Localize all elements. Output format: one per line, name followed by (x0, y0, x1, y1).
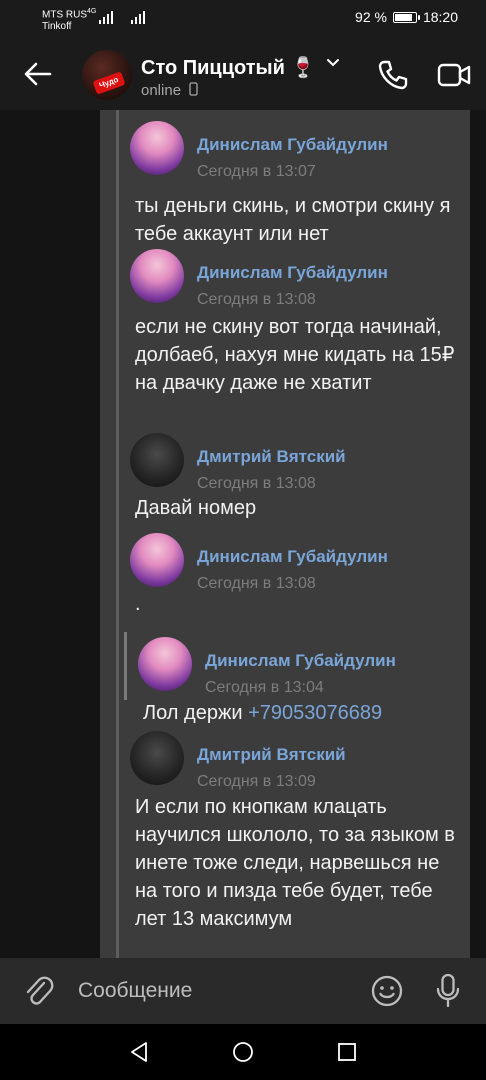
message-text: если не скину вот тогда начинай, долбаеб… (135, 316, 455, 394)
chat-avatar[interactable]: Чудо (82, 50, 132, 100)
message-list[interactable]: Динислам Губайдулин Сегодня в 13:07 ты д… (0, 110, 486, 958)
message-time: Сегодня в 13:08 (197, 475, 316, 492)
message-text: Давай номер (135, 497, 257, 519)
battery-percent: 92 % (355, 9, 387, 25)
message-author[interactable]: Динислам Губайдулин (197, 135, 388, 155)
avatar[interactable] (138, 637, 192, 691)
message-text-prefix: Лол держи (143, 702, 249, 724)
nav-home-icon[interactable] (232, 1041, 254, 1063)
avatar[interactable] (130, 121, 184, 175)
carrier-info: MTS RUS4G Tinkoff (42, 6, 96, 33)
avatar-badge: Чудо (92, 71, 126, 95)
message-author[interactable]: Динислам Губайдулин (197, 547, 388, 567)
avatar[interactable] (130, 433, 184, 487)
message-time: Сегодня в 13:08 (197, 291, 316, 308)
emoji-icon[interactable] (370, 974, 404, 1008)
attach-icon[interactable] (22, 974, 54, 1008)
nested-quote-bar (124, 632, 127, 700)
signal-icon-1 (99, 10, 113, 24)
chat-status: online (141, 82, 198, 99)
status-right: 92 % 18:20 (355, 9, 458, 25)
chat-header: Чудо Сто Пиццотый 🍷 online (0, 40, 486, 110)
nav-back-icon[interactable] (128, 1041, 150, 1063)
forward-quote-bar (116, 110, 119, 958)
message-text: Лол держи +79053076689 (143, 699, 463, 727)
carrier-2: Tinkoff (42, 21, 72, 33)
message-composer: Сообщение (0, 958, 486, 1024)
nav-recents-icon[interactable] (336, 1041, 358, 1063)
message-time: Сегодня в 13:07 (197, 163, 316, 180)
message-time: Сегодня в 13:09 (197, 773, 316, 790)
message-author[interactable]: Динислам Губайдулин (205, 651, 396, 671)
phone-small-icon (189, 82, 198, 96)
network-type: 4G (87, 8, 97, 15)
system-nav-bar (0, 1024, 486, 1080)
signal-icon-2 (131, 10, 145, 24)
chevron-down-icon[interactable] (326, 58, 340, 68)
phone-link[interactable]: +79053076689 (248, 702, 382, 724)
message-time: Сегодня в 13:04 (205, 679, 324, 696)
back-arrow-icon[interactable] (22, 58, 54, 90)
message-input[interactable]: Сообщение (78, 979, 192, 1003)
battery-icon (392, 11, 420, 23)
message-author[interactable]: Дмитрий Вятский (197, 745, 346, 765)
avatar[interactable] (130, 731, 184, 785)
video-camera-icon[interactable] (436, 58, 472, 92)
message-author[interactable]: Дмитрий Вятский (197, 447, 346, 467)
status-bar: MTS RUS4G Tinkoff 92 % 18:20 (0, 0, 486, 40)
microphone-icon[interactable] (434, 972, 462, 1010)
avatar[interactable] (130, 533, 184, 587)
phone-icon[interactable] (376, 58, 410, 92)
chat-title[interactable]: Сто Пиццотый 🍷 (141, 55, 315, 80)
clock: 18:20 (422, 9, 458, 25)
message-text: И если по кнопкам клацать научился школо… (135, 796, 455, 930)
carrier-1: MTS RUS (42, 9, 87, 21)
message-text: . (135, 593, 141, 615)
message-author[interactable]: Динислам Губайдулин (197, 263, 388, 283)
message-text: ты деньги скинь, и смотри скину я тебе а… (135, 195, 451, 245)
avatar[interactable] (130, 249, 184, 303)
